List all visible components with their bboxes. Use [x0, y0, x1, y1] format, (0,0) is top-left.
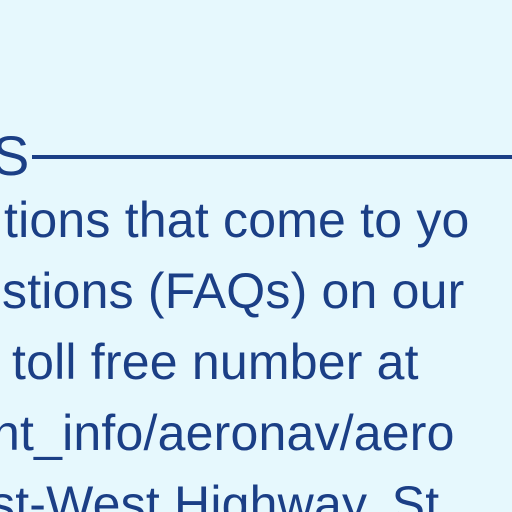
body-text-line-3: toll free number at	[12, 334, 419, 390]
body-text-line-2: stions (FAQs) on our	[2, 263, 465, 319]
section-heading: S	[0, 124, 30, 187]
body-text-line-4: ht_info/aeronav/aero	[0, 405, 455, 461]
document-fragment: S tions that come to yo stions (FAQs) on…	[0, 0, 512, 512]
section-heading-row: S	[0, 124, 512, 188]
body-text-line-1: tions that come to yo	[4, 192, 470, 248]
body-text-line-5: st-West Highway, St	[0, 476, 440, 512]
heading-rule	[32, 155, 512, 159]
